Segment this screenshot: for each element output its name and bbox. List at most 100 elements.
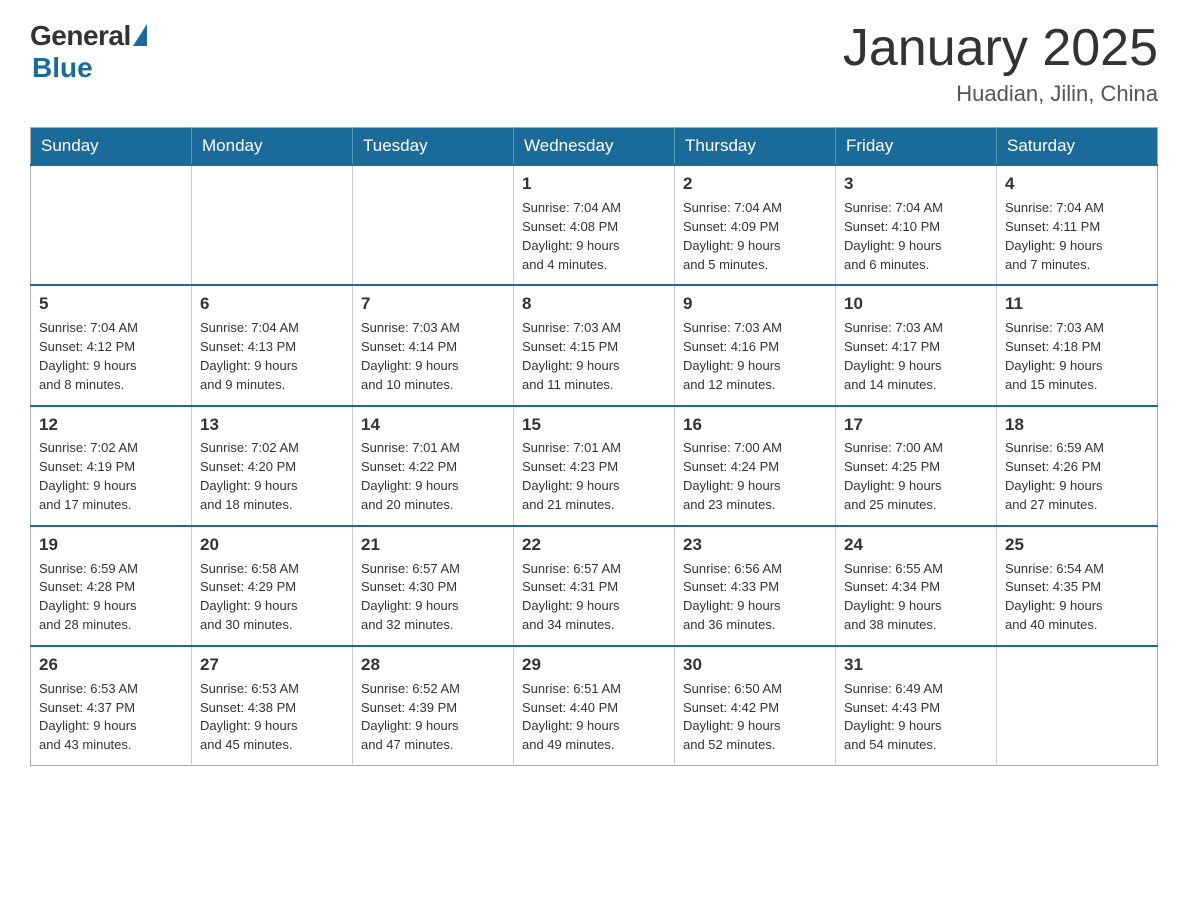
calendar-cell: 25 Sunrise: 6:54 AMSunset: 4:35 PMDayligh… — [997, 526, 1158, 646]
day-info: Sunrise: 6:51 AMSunset: 4:40 PMDaylight:… — [522, 681, 621, 753]
day-info: Sunrise: 6:52 AMSunset: 4:39 PMDaylight:… — [361, 681, 460, 753]
day-number: 14 — [361, 413, 505, 437]
day-number: 13 — [200, 413, 344, 437]
day-number: 3 — [844, 172, 988, 196]
day-number: 26 — [39, 653, 183, 677]
title-section: January 2025 Huadian, Jilin, China — [843, 20, 1158, 107]
calendar-week-row: 1Sunrise: 7:04 AMSunset: 4:08 PMDaylight… — [31, 165, 1158, 285]
calendar-cell: 9 Sunrise: 7:03 AMSunset: 4:16 PMDaylight… — [675, 285, 836, 405]
day-number: 21 — [361, 533, 505, 557]
day-number: 10 — [844, 292, 988, 316]
day-number: 28 — [361, 653, 505, 677]
day-number: 2 — [683, 172, 827, 196]
calendar-cell: 21 Sunrise: 6:57 AMSunset: 4:30 PMDayligh… — [353, 526, 514, 646]
day-number: 16 — [683, 413, 827, 437]
day-number: 12 — [39, 413, 183, 437]
calendar-cell: 10Sunrise: 7:03 AMSunset: 4:17 PMDayligh… — [836, 285, 997, 405]
day-info: Sunrise: 7:02 AMSunset: 4:20 PMDaylight:… — [200, 440, 299, 512]
calendar-cell: 31Sunrise: 6:49 AMSunset: 4:43 PMDayligh… — [836, 646, 997, 766]
calendar-cell: 13 Sunrise: 7:02 AMSunset: 4:20 PMDayligh… — [192, 406, 353, 526]
calendar-cell: 6Sunrise: 7:04 AMSunset: 4:13 PMDaylight… — [192, 285, 353, 405]
day-number: 19 — [39, 533, 183, 557]
day-info: Sunrise: 6:53 AMSunset: 4:38 PMDaylight:… — [200, 681, 299, 753]
calendar-cell: 26 Sunrise: 6:53 AMSunset: 4:37 PMDayligh… — [31, 646, 192, 766]
header-monday: Monday — [192, 128, 353, 166]
day-number: 30 — [683, 653, 827, 677]
day-number: 18 — [1005, 413, 1149, 437]
day-number: 17 — [844, 413, 988, 437]
calendar-cell: 1Sunrise: 7:04 AMSunset: 4:08 PMDaylight… — [514, 165, 675, 285]
header-saturday: Saturday — [997, 128, 1158, 166]
logo-blue-text: Blue — [32, 52, 93, 84]
calendar-cell: 17 Sunrise: 7:00 AMSunset: 4:25 PMDayligh… — [836, 406, 997, 526]
day-info: Sunrise: 6:57 AMSunset: 4:30 PMDaylight:… — [361, 561, 460, 633]
day-info: Sunrise: 7:04 AMSunset: 4:08 PMDaylight:… — [522, 200, 621, 272]
calendar-header-row: SundayMondayTuesdayWednesdayThursdayFrid… — [31, 128, 1158, 166]
day-number: 9 — [683, 292, 827, 316]
calendar-cell: 5Sunrise: 7:04 AMSunset: 4:12 PMDaylight… — [31, 285, 192, 405]
page-header: General Blue January 2025 Huadian, Jilin… — [30, 20, 1158, 107]
day-info: Sunrise: 7:03 AMSunset: 4:18 PMDaylight:… — [1005, 320, 1104, 392]
calendar-week-row: 26 Sunrise: 6:53 AMSunset: 4:37 PMDayligh… — [31, 646, 1158, 766]
calendar-table: SundayMondayTuesdayWednesdayThursdayFrid… — [30, 127, 1158, 766]
calendar-cell: 28 Sunrise: 6:52 AMSunset: 4:39 PMDayligh… — [353, 646, 514, 766]
calendar-week-row: 12 Sunrise: 7:02 AMSunset: 4:19 PMDayligh… — [31, 406, 1158, 526]
calendar-cell: 7 Sunrise: 7:03 AMSunset: 4:14 PMDaylight… — [353, 285, 514, 405]
day-number: 4 — [1005, 172, 1149, 196]
calendar-week-row: 19 Sunrise: 6:59 AMSunset: 4:28 PMDayligh… — [31, 526, 1158, 646]
day-info: Sunrise: 6:57 AMSunset: 4:31 PMDaylight:… — [522, 561, 621, 633]
day-info: Sunrise: 6:58 AMSunset: 4:29 PMDaylight:… — [200, 561, 299, 633]
day-info: Sunrise: 6:59 AMSunset: 4:28 PMDaylight:… — [39, 561, 138, 633]
day-info: Sunrise: 6:56 AMSunset: 4:33 PMDaylight:… — [683, 561, 782, 633]
day-info: Sunrise: 7:03 AMSunset: 4:15 PMDaylight:… — [522, 320, 621, 392]
day-number: 20 — [200, 533, 344, 557]
calendar-cell: 3 Sunrise: 7:04 AMSunset: 4:10 PMDaylight… — [836, 165, 997, 285]
header-wednesday: Wednesday — [514, 128, 675, 166]
day-info: Sunrise: 6:54 AMSunset: 4:35 PMDaylight:… — [1005, 561, 1104, 633]
calendar-cell: 19 Sunrise: 6:59 AMSunset: 4:28 PMDayligh… — [31, 526, 192, 646]
day-number: 27 — [200, 653, 344, 677]
day-info: Sunrise: 7:02 AMSunset: 4:19 PMDaylight:… — [39, 440, 138, 512]
calendar-cell: 16 Sunrise: 7:00 AMSunset: 4:24 PMDayligh… — [675, 406, 836, 526]
day-info: Sunrise: 7:00 AMSunset: 4:24 PMDaylight:… — [683, 440, 782, 512]
header-tuesday: Tuesday — [353, 128, 514, 166]
calendar-cell: 14Sunrise: 7:01 AMSunset: 4:22 PMDayligh… — [353, 406, 514, 526]
calendar-cell — [192, 165, 353, 285]
month-title: January 2025 — [843, 20, 1158, 77]
day-info: Sunrise: 6:55 AMSunset: 4:34 PMDaylight:… — [844, 561, 943, 633]
day-number: 5 — [39, 292, 183, 316]
calendar-cell: 4 Sunrise: 7:04 AMSunset: 4:11 PMDaylight… — [997, 165, 1158, 285]
day-number: 8 — [522, 292, 666, 316]
header-sunday: Sunday — [31, 128, 192, 166]
calendar-cell: 18Sunrise: 6:59 AMSunset: 4:26 PMDayligh… — [997, 406, 1158, 526]
calendar-cell: 8 Sunrise: 7:03 AMSunset: 4:15 PMDaylight… — [514, 285, 675, 405]
day-number: 7 — [361, 292, 505, 316]
calendar-cell: 24 Sunrise: 6:55 AMSunset: 4:34 PMDayligh… — [836, 526, 997, 646]
day-info: Sunrise: 7:03 AMSunset: 4:14 PMDaylight:… — [361, 320, 460, 392]
calendar-cell: 23 Sunrise: 6:56 AMSunset: 4:33 PMDayligh… — [675, 526, 836, 646]
day-info: Sunrise: 7:03 AMSunset: 4:16 PMDaylight:… — [683, 320, 782, 392]
day-number: 25 — [1005, 533, 1149, 557]
logo-general-text: General — [30, 20, 131, 52]
calendar-cell: 29 Sunrise: 6:51 AMSunset: 4:40 PMDayligh… — [514, 646, 675, 766]
calendar-week-row: 5Sunrise: 7:04 AMSunset: 4:12 PMDaylight… — [31, 285, 1158, 405]
day-number: 24 — [844, 533, 988, 557]
day-info: Sunrise: 7:04 AMSunset: 4:10 PMDaylight:… — [844, 200, 943, 272]
day-info: Sunrise: 6:53 AMSunset: 4:37 PMDaylight:… — [39, 681, 138, 753]
day-info: Sunrise: 7:00 AMSunset: 4:25 PMDaylight:… — [844, 440, 943, 512]
logo: General Blue — [30, 20, 147, 84]
day-number: 29 — [522, 653, 666, 677]
calendar-cell: 20 Sunrise: 6:58 AMSunset: 4:29 PMDayligh… — [192, 526, 353, 646]
header-thursday: Thursday — [675, 128, 836, 166]
calendar-cell: 22 Sunrise: 6:57 AMSunset: 4:31 PMDayligh… — [514, 526, 675, 646]
day-number: 15 — [522, 413, 666, 437]
day-info: Sunrise: 6:49 AMSunset: 4:43 PMDaylight:… — [844, 681, 943, 753]
day-number: 23 — [683, 533, 827, 557]
calendar-cell: 2Sunrise: 7:04 AMSunset: 4:09 PMDaylight… — [675, 165, 836, 285]
calendar-cell: 27 Sunrise: 6:53 AMSunset: 4:38 PMDayligh… — [192, 646, 353, 766]
calendar-cell: 11Sunrise: 7:03 AMSunset: 4:18 PMDayligh… — [997, 285, 1158, 405]
logo-triangle-icon — [133, 24, 147, 46]
day-number: 22 — [522, 533, 666, 557]
day-info: Sunrise: 7:04 AMSunset: 4:11 PMDaylight:… — [1005, 200, 1104, 272]
calendar-cell — [353, 165, 514, 285]
